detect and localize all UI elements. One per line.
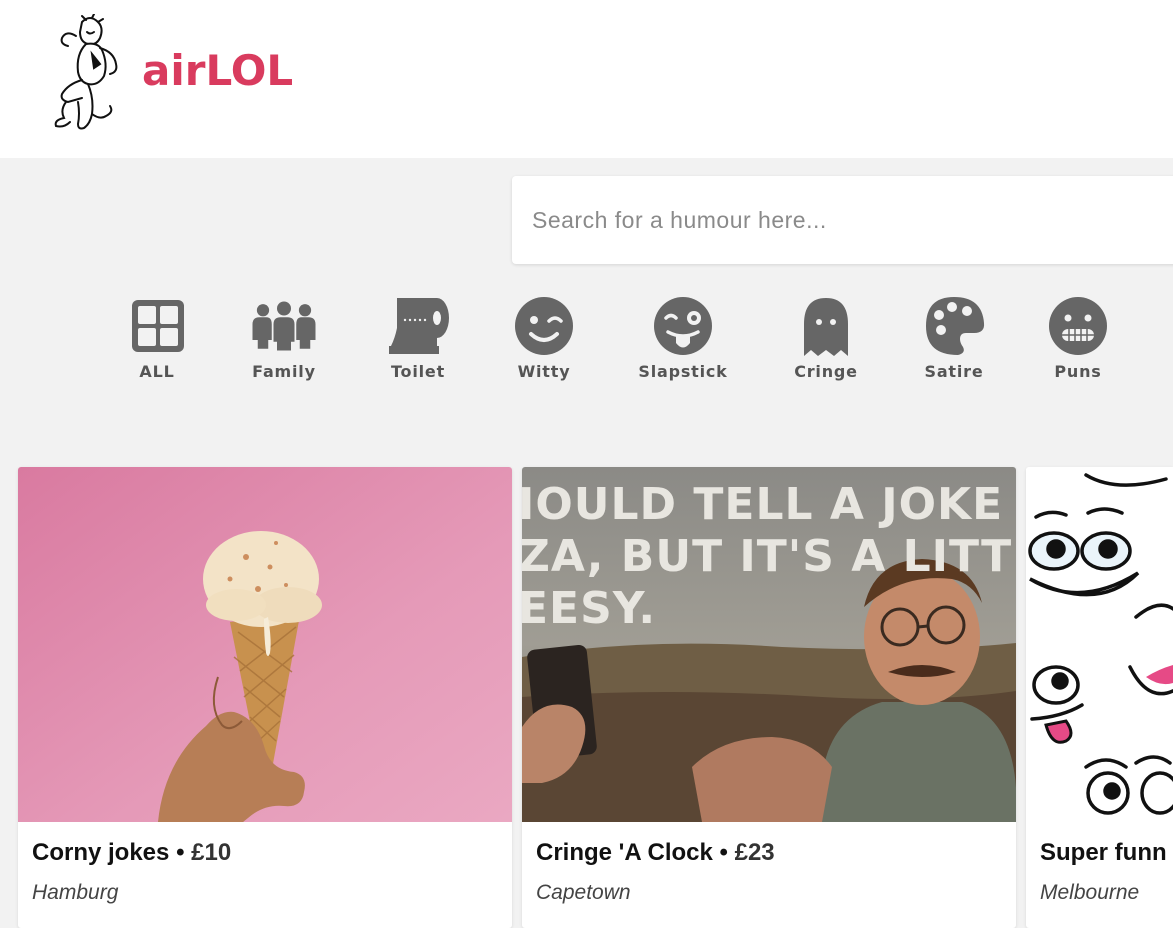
- listing-card[interactable]: IOULD TELL A JOKE ABO ZA, BUT IT'S A LIT…: [522, 467, 1016, 928]
- search-input[interactable]: [512, 176, 1173, 264]
- category-label: Satire: [924, 362, 984, 381]
- grimace-face-icon: [1049, 297, 1107, 355]
- meme-caption-line-2: ZA, BUT IT'S A LITTLE: [522, 531, 1016, 582]
- listing-name: Cringe 'A Clock: [536, 839, 713, 866]
- listing-title[interactable]: Corny jokes • £10: [32, 839, 231, 867]
- wink-face-icon: [515, 297, 573, 355]
- people-group-icon: [252, 301, 316, 351]
- price-separator: •: [176, 839, 185, 866]
- search-bar: [512, 176, 1173, 264]
- listing-title[interactable]: Super funn: [1040, 839, 1167, 867]
- listing-location: Hamburg: [32, 881, 119, 904]
- category-puns[interactable]: Puns: [1023, 294, 1133, 394]
- price-separator: •: [719, 839, 728, 866]
- grid-icon: [132, 300, 184, 352]
- tongue-wink-face-icon: [654, 297, 712, 355]
- listing-card[interactable]: Corny jokes • £10 Hamburg: [18, 467, 512, 928]
- category-label: Toilet: [390, 362, 446, 381]
- brand-name[interactable]: airLOL: [142, 46, 293, 95]
- listing-name: Super funn: [1040, 839, 1167, 866]
- category-label: Puns: [1054, 362, 1102, 381]
- category-witty[interactable]: Witty: [489, 294, 599, 394]
- listing-price: £23: [734, 839, 775, 866]
- category-label: Slapstick: [638, 362, 728, 381]
- listing-location: Melbourne: [1040, 881, 1140, 904]
- listing-card[interactable]: Super funn Melbourne: [1026, 467, 1173, 928]
- laughing-man-logo-icon[interactable]: [52, 14, 124, 140]
- cheesy-pizza-joke-meme[interactable]: IOULD TELL A JOKE ABO ZA, BUT IT'S A LIT…: [522, 467, 1016, 822]
- ice-cream-cone-photo[interactable]: [18, 467, 512, 822]
- ghost-icon: [804, 298, 848, 356]
- category-label: Family: [252, 362, 316, 381]
- category-label: Witty: [517, 362, 571, 381]
- category-family[interactable]: Family: [229, 294, 339, 394]
- category-cringe[interactable]: Cringe: [771, 294, 881, 394]
- category-label: ALL: [139, 362, 175, 381]
- listing-price: £10: [191, 839, 232, 866]
- meme-caption-line-1: IOULD TELL A JOKE ABO: [522, 479, 1016, 530]
- cartoon-faces-pattern[interactable]: [1026, 467, 1173, 822]
- category-satire[interactable]: Satire: [899, 294, 1009, 394]
- meme-caption-line-3: EESY.: [522, 583, 656, 634]
- site-header: airLOL: [0, 0, 1173, 158]
- category-all[interactable]: ALL: [102, 294, 212, 394]
- listing-name: Corny jokes: [32, 839, 170, 866]
- palette-icon: [926, 297, 985, 355]
- category-slapstick[interactable]: Slapstick: [628, 294, 738, 394]
- listing-title[interactable]: Cringe 'A Clock • £23: [536, 839, 775, 867]
- toilet-paper-icon: [389, 298, 449, 354]
- category-label: Cringe: [794, 362, 858, 381]
- listing-location: Capetown: [536, 881, 631, 904]
- category-toilet[interactable]: Toilet: [363, 294, 473, 394]
